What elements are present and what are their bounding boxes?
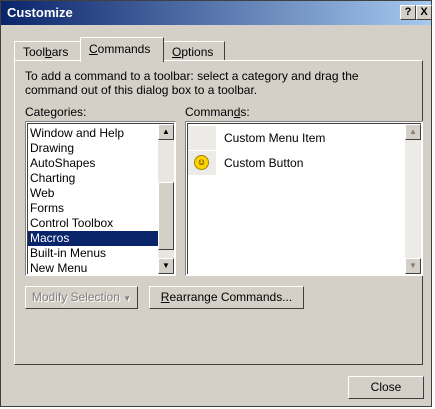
command-label: Custom Button — [224, 156, 304, 170]
commands-label: Commands: — [185, 105, 250, 119]
window-title: Customize — [7, 5, 73, 20]
command-item[interactable]: Custom Menu Item — [188, 126, 403, 150]
close-window-button[interactable]: X — [416, 5, 432, 20]
commands-list: Custom Menu Item ☺ Custom Button ▲ ▼ — [187, 123, 421, 274]
command-label: Custom Menu Item — [224, 131, 326, 145]
category-item[interactable]: Drawing — [28, 141, 158, 156]
scroll-down-arrow-icon[interactable]: ▼ — [158, 258, 174, 274]
scroll-up-arrow-icon[interactable]: ▲ — [158, 124, 174, 140]
label-part: ories: — [57, 105, 87, 119]
category-item[interactable]: Forms — [28, 201, 158, 216]
command-item[interactable]: ☺ Custom Button — [188, 151, 403, 175]
category-item[interactable]: New Menu — [28, 261, 158, 275]
tab-accesskey: O — [172, 45, 182, 59]
category-item[interactable]: Window and Help — [28, 126, 158, 141]
help-button[interactable]: ? — [400, 5, 416, 20]
label-part: Comman — [185, 105, 234, 119]
instructions-text: To add a command to a toolbar: select a … — [25, 69, 359, 97]
label-part: Cate — [25, 105, 51, 119]
categories-items: Window and Help Drawing AutoShapes Chart… — [28, 126, 158, 275]
category-item[interactable]: Web — [28, 186, 158, 201]
scroll-up-arrow-icon[interactable]: ▲ — [405, 124, 421, 140]
dropdown-arrow-icon: ▼ — [123, 294, 132, 303]
categories-label: Categories: — [25, 105, 86, 119]
tab-label-part: Tool — [23, 45, 46, 59]
category-item[interactable]: Charting — [28, 171, 158, 186]
tab-label-part: ommands — [97, 42, 151, 56]
modify-selection-button[interactable]: Modify Selection ▼ — [25, 286, 138, 309]
categories-listbox[interactable]: Window and Help Drawing AutoShapes Chart… — [25, 121, 176, 276]
category-item-selected[interactable]: Macros — [28, 231, 158, 246]
command-icon-cell — [188, 126, 216, 150]
tab-label-part: ars — [51, 45, 69, 59]
smiley-icon: ☺ — [194, 155, 209, 170]
customize-dialog: Customize ? X Toolbars Commands Options … — [0, 0, 432, 407]
categories-scrollbar[interactable]: ▲ ▼ — [158, 124, 174, 274]
title-bar: Customize ? X — [1, 1, 432, 25]
command-icon-cell: ☺ — [188, 151, 216, 175]
tab-accesskey: C — [89, 42, 98, 56]
scroll-thumb[interactable] — [158, 182, 174, 250]
tab-label-part: ptions — [181, 45, 214, 59]
categories-list: Window and Help Drawing AutoShapes Chart… — [27, 123, 174, 275]
button-label: earrange Commands... — [169, 290, 293, 304]
tab-accesskey: b — [45, 45, 52, 59]
commands-listbox[interactable]: Custom Menu Item ☺ Custom Button ▲ ▼ — [185, 121, 423, 276]
category-item[interactable]: Control Toolbox — [28, 216, 158, 231]
scroll-down-arrow-icon[interactable]: ▼ — [405, 258, 421, 274]
category-item[interactable]: AutoShapes — [28, 156, 158, 171]
rearrange-commands-button[interactable]: Rearrange Commands... — [149, 286, 304, 309]
label-part: s: — [240, 105, 250, 119]
close-button[interactable]: Close — [348, 376, 424, 399]
category-item[interactable]: Built-in Menus — [28, 246, 158, 261]
button-label: Modify Selection — [31, 290, 120, 304]
tab-toolbars[interactable]: Toolbars — [14, 41, 81, 61]
tab-options[interactable]: Options — [163, 41, 225, 61]
commands-scrollbar[interactable]: ▲ ▼ — [405, 124, 421, 274]
tab-commands[interactable]: Commands — [80, 37, 164, 62]
